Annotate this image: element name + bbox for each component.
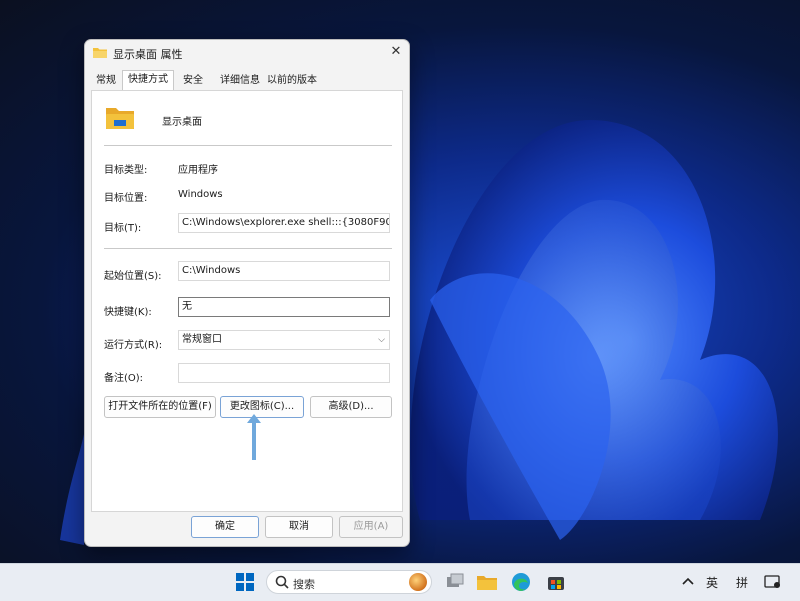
annotation-arrow-icon: [247, 414, 261, 460]
run-label: 运行方式(R):: [104, 340, 163, 351]
close-icon[interactable]: ✕: [385, 42, 407, 62]
tab-security[interactable]: 安全: [178, 72, 208, 89]
window-title: 显示桌面 属性: [113, 48, 183, 61]
apply-button[interactable]: 应用(A): [339, 516, 403, 538]
chevron-down-icon: ⌵: [378, 335, 385, 345]
target-type-value: 应用程序: [178, 165, 218, 176]
divider: [104, 145, 392, 146]
run-select[interactable]: 常规窗口 ⌵: [178, 330, 390, 350]
hotkey-label: 快捷键(K):: [104, 307, 152, 318]
open-file-location-button[interactable]: 打开文件所在的位置(F): [104, 396, 216, 418]
tab-previous-versions[interactable]: 以前的版本: [262, 72, 322, 89]
tab-general[interactable]: 常规: [91, 72, 121, 89]
properties-dialog: 显示桌面 属性 ✕ 常规 快捷方式 安全 详细信息 以前的版本 显示桌面 目标类…: [84, 39, 410, 547]
hotkey-input[interactable]: 无: [178, 297, 390, 317]
file-explorer-icon[interactable]: [476, 571, 498, 593]
folder-icon: [106, 105, 134, 129]
tab-details[interactable]: 详细信息: [215, 72, 265, 89]
start-in-label: 起始位置(S):: [104, 271, 162, 282]
change-icon-button[interactable]: 更改图标(C)...: [220, 396, 304, 418]
edge-icon[interactable]: [510, 571, 532, 593]
target-type-label: 目标类型:: [104, 165, 148, 176]
task-view-icon[interactable]: [444, 571, 466, 593]
target-label: 目标(T):: [104, 223, 142, 234]
taskbar: 搜索 英 拼: [0, 563, 800, 601]
target-location-label: 目标位置:: [104, 193, 148, 204]
comment-input[interactable]: [178, 363, 390, 383]
search-icon: [275, 575, 289, 592]
start-in-input[interactable]: C:\Windows: [178, 261, 390, 281]
divider: [104, 248, 392, 249]
search-highlight-icon: [409, 573, 427, 591]
comment-label: 备注(O):: [104, 373, 144, 384]
title-bar[interactable]: 显示桌面 属性 ✕: [85, 40, 409, 66]
cancel-button[interactable]: 取消: [265, 516, 333, 538]
ime-mode-indicator[interactable]: 拼: [736, 574, 748, 591]
ok-button[interactable]: 确定: [191, 516, 259, 538]
folder-icon: [93, 46, 107, 58]
advanced-button[interactable]: 高级(D)...: [310, 396, 392, 418]
chevron-up-icon[interactable]: [680, 573, 696, 589]
target-input[interactable]: C:\Windows\explorer.exe shell:::{3080F90…: [178, 213, 390, 233]
search-placeholder: 搜索: [293, 578, 315, 591]
shortcut-name: 显示桌面: [162, 117, 202, 128]
windows-start-icon[interactable]: [234, 571, 256, 593]
run-select-value: 常规窗口: [182, 334, 222, 345]
target-location-value: Windows: [178, 189, 223, 200]
tab-shortcut[interactable]: 快捷方式: [122, 70, 174, 91]
input-language-indicator[interactable]: 英: [706, 574, 718, 591]
store-icon[interactable]: [545, 571, 567, 593]
taskbar-search-box[interactable]: 搜索: [266, 570, 432, 594]
tray-settings-icon[interactable]: [764, 573, 782, 591]
